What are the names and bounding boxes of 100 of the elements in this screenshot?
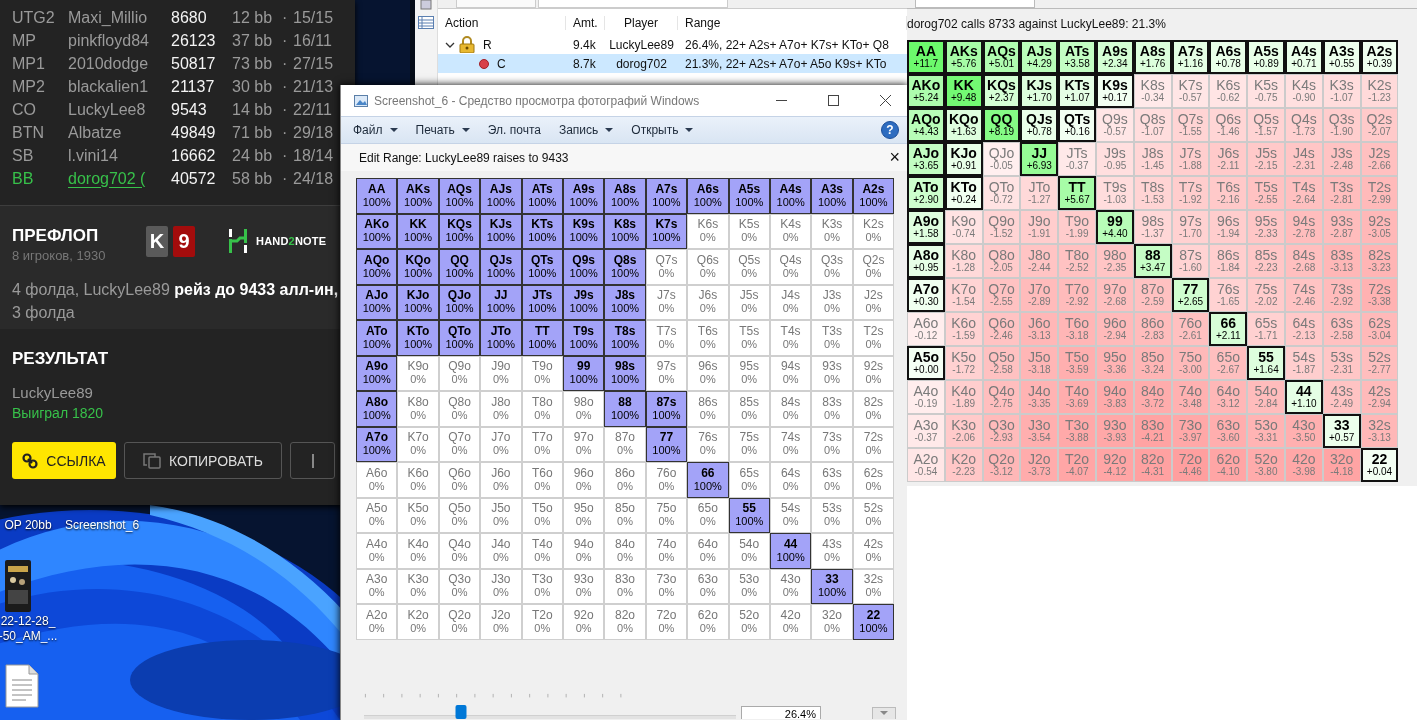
range-cell[interactable]: 22 100% <box>852 604 895 640</box>
range-cell[interactable]: 55 +1.64 <box>1247 346 1285 380</box>
range-cell[interactable]: K6o 0% <box>397 462 439 498</box>
range-cell[interactable]: ATs +3.58 <box>1058 40 1096 74</box>
range-cell[interactable]: QTo 100% <box>438 320 481 356</box>
range-cell[interactable]: K2s -1.23 <box>1360 74 1399 108</box>
range-cell[interactable]: T6s -2.16 <box>1209 176 1248 210</box>
range-cell[interactable]: 74o 0% <box>645 533 688 569</box>
range-cell[interactable]: KK 100% <box>397 213 439 249</box>
range-cell[interactable]: 72s 0% <box>852 426 895 462</box>
range-cell[interactable]: 42o 0% <box>769 604 812 640</box>
range-cell[interactable]: 84s -2.68 <box>1284 244 1323 278</box>
range-cell[interactable]: A3o -0.37 <box>907 414 945 448</box>
more-button[interactable] <box>290 442 335 479</box>
range-cell[interactable]: K5s 0% <box>728 213 770 249</box>
range-cell[interactable]: J3s 0% <box>811 284 853 320</box>
range-cell[interactable]: Q4o -2.75 <box>982 380 1021 414</box>
range-cell[interactable]: J3s -2.48 <box>1322 142 1361 176</box>
range-cell[interactable]: 76o 0% <box>645 462 688 498</box>
range-cell[interactable]: 74o -3.48 <box>1171 380 1210 414</box>
dropdown-button[interactable] <box>872 707 896 719</box>
range-cell[interactable]: AQo +4.43 <box>907 108 945 142</box>
range-cell[interactable]: AQs +5.01 <box>982 40 1021 74</box>
range-cell[interactable]: QTs 100% <box>521 249 563 285</box>
range-cell[interactable]: Q7o -2.55 <box>982 278 1021 312</box>
range-cell[interactable]: T7s -1.92 <box>1171 176 1210 210</box>
tab[interactable] <box>915 0 1035 8</box>
range-cell[interactable]: T2o 0% <box>521 604 563 640</box>
range-cell[interactable]: 53s 0% <box>811 497 853 533</box>
range-cell[interactable]: 97s 0% <box>645 355 688 391</box>
range-cell[interactable]: Q8o -2.05 <box>982 244 1021 278</box>
range-cell[interactable]: 83o 0% <box>604 568 646 604</box>
range-cell[interactable]: 77 +2.65 <box>1171 278 1210 312</box>
range-cell[interactable]: 94s -2.78 <box>1284 210 1323 244</box>
range-cell[interactable]: 75o 0% <box>645 497 688 533</box>
range-cell[interactable]: 33 +0.57 <box>1322 414 1361 448</box>
range-cell[interactable]: AJs +4.29 <box>1020 40 1059 74</box>
range-cell[interactable]: K5s -0.75 <box>1247 74 1285 108</box>
range-cell[interactable]: JTo 100% <box>480 320 522 356</box>
range-cell[interactable]: K7o -1.54 <box>944 278 983 312</box>
range-cell[interactable]: QJs +0.78 <box>1020 108 1059 142</box>
range-cell[interactable]: 76s 0% <box>687 426 729 462</box>
range-cell[interactable]: JJ +6.93 <box>1020 142 1059 176</box>
range-cell[interactable]: 98s 100% <box>604 355 646 391</box>
menu-item[interactable]: Запись <box>558 123 614 137</box>
range-cell[interactable]: 52s 0% <box>852 497 895 533</box>
range-cell[interactable]: K8s -0.34 <box>1133 74 1172 108</box>
range-cell[interactable]: JJ 100% <box>480 284 522 320</box>
range-cell[interactable]: J2s 0% <box>852 284 895 320</box>
range-cell[interactable]: J5s 0% <box>728 284 770 320</box>
range-cell[interactable]: KJs +1.70 <box>1020 74 1059 108</box>
range-cell[interactable]: J5s -2.15 <box>1247 142 1285 176</box>
range-cell[interactable]: 98o -2.35 <box>1096 244 1134 278</box>
range-cell[interactable]: QJo -0.05 <box>982 142 1021 176</box>
range-cell[interactable]: K4o 0% <box>397 533 439 569</box>
range-cell[interactable]: TT +5.67 <box>1058 176 1096 210</box>
range-cell[interactable]: T2s 0% <box>852 320 895 356</box>
range-cell[interactable]: 84o 0% <box>604 533 646 569</box>
range-cell[interactable]: 82o 0% <box>604 604 646 640</box>
range-cell[interactable]: A8o +0.95 <box>907 244 945 278</box>
range-cell[interactable]: 85s -2.23 <box>1247 244 1285 278</box>
range-cell[interactable]: K5o 0% <box>397 497 439 533</box>
range-cell[interactable]: 87o 0% <box>604 426 646 462</box>
range-cell[interactable]: Q3s -1.90 <box>1322 108 1361 142</box>
range-cell[interactable]: K6o -1.59 <box>944 312 983 346</box>
range-cell[interactable]: Q8s -1.07 <box>1133 108 1172 142</box>
range-cell[interactable]: AA 100% <box>356 178 398 214</box>
range-cell[interactable]: A7o 100% <box>356 426 398 462</box>
range-cell[interactable]: Q7o 0% <box>438 426 481 462</box>
range-cell[interactable]: A8s +1.76 <box>1133 40 1172 74</box>
range-cell[interactable]: Q2o 0% <box>438 604 481 640</box>
range-cell[interactable]: K3o 0% <box>397 568 439 604</box>
range-cell[interactable]: Q6s -1.46 <box>1209 108 1248 142</box>
range-cell[interactable]: A3s 100% <box>811 178 853 214</box>
range-cell[interactable]: T7o -2.92 <box>1058 278 1096 312</box>
range-cell[interactable]: KTs +1.07 <box>1058 74 1096 108</box>
range-cell[interactable]: Q9o 0% <box>438 355 481 391</box>
range-cell[interactable]: JTo -1.27 <box>1020 176 1059 210</box>
range-cell[interactable]: 33 100% <box>811 568 853 604</box>
range-cell[interactable]: T9o 0% <box>521 355 563 391</box>
range-cell[interactable]: Q4s -1.73 <box>1284 108 1323 142</box>
range-cell[interactable]: T6o 0% <box>521 462 563 498</box>
range-cell[interactable]: 88 100% <box>604 391 646 427</box>
range-cell[interactable]: A2s 100% <box>852 178 895 214</box>
range-cell[interactable]: 53s -2.31 <box>1322 346 1361 380</box>
copy-button[interactable]: КОПИРОВАТЬ <box>124 442 282 479</box>
range-cell[interactable]: T8s -1.53 <box>1133 176 1172 210</box>
range-cell[interactable]: KQo 100% <box>397 249 439 285</box>
range-cell[interactable]: A6o -0.12 <box>907 312 945 346</box>
range-cell[interactable]: Q2s -2.07 <box>1360 108 1399 142</box>
range-cell[interactable]: 86s -1.84 <box>1209 244 1248 278</box>
range-cell[interactable]: 84s 0% <box>769 391 812 427</box>
range-cell[interactable]: T5s -2.55 <box>1247 176 1285 210</box>
range-cell[interactable]: AJo 100% <box>356 284 398 320</box>
range-cell[interactable]: J7s 0% <box>645 284 688 320</box>
range-cell[interactable]: T9s 100% <box>562 320 605 356</box>
range-cell[interactable]: A4o -0.19 <box>907 380 945 414</box>
range-cell[interactable]: 64s -2.13 <box>1284 312 1323 346</box>
range-cell[interactable]: A8s 100% <box>604 178 646 214</box>
range-cell[interactable]: J9o 0% <box>480 355 522 391</box>
